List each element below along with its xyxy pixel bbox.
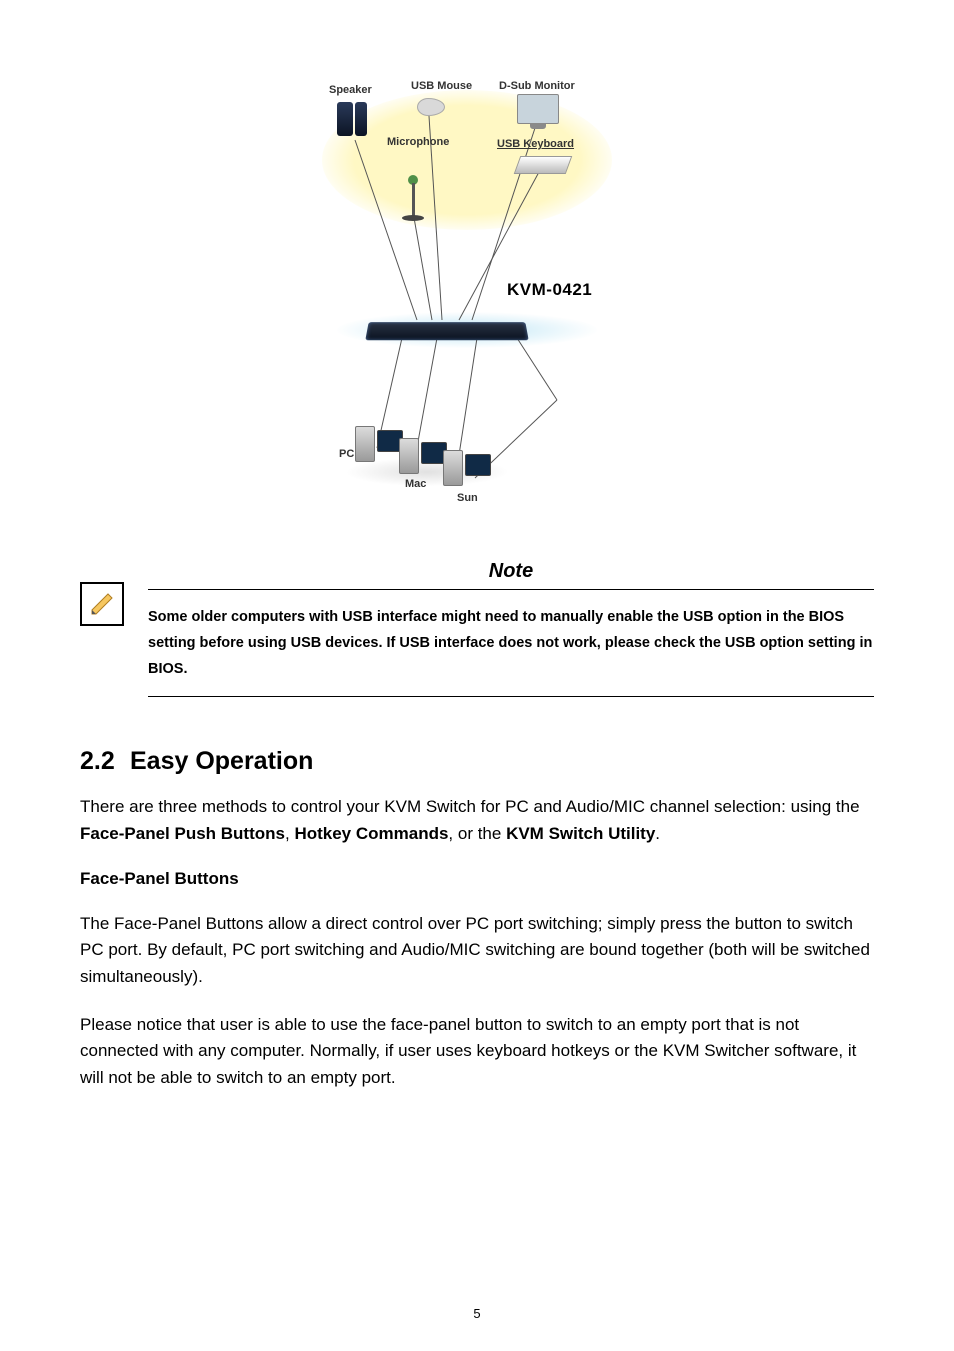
keyboard-icon <box>514 156 573 174</box>
paragraph-empty-port: Please notice that user is able to use t… <box>80 1012 874 1091</box>
intro-bold-1: Face-Panel Push Buttons <box>80 824 285 843</box>
note-text: Some older computers with USB interface … <box>148 604 874 682</box>
mac-tower-icon <box>399 438 419 474</box>
intro-bold-3: KVM Switch Utility <box>506 824 655 843</box>
paragraph-face-panel-desc: The Face-Panel Buttons allow a direct co… <box>80 911 874 990</box>
label-sun: Sun <box>457 492 478 504</box>
label-usb-keyboard: USB Keyboard <box>497 138 574 150</box>
label-microphone: Microphone <box>387 136 449 148</box>
label-usb-mouse: USB Mouse <box>411 80 472 92</box>
intro-bold-2: Hotkey Commands <box>294 824 448 843</box>
pencil-note-icon <box>80 582 124 626</box>
note-block: Note Some older computers with USB inter… <box>80 560 874 697</box>
kvm-device-title: KVM-0421 <box>507 280 592 300</box>
sun-monitor-icon <box>465 454 491 476</box>
microphone-icon <box>402 175 424 221</box>
monitor-icon <box>517 94 559 124</box>
intro-pre: There are three methods to control your … <box>80 797 860 816</box>
intro-post: . <box>655 824 660 843</box>
label-dsub-monitor: D-Sub Monitor <box>499 80 575 92</box>
subheading-face-panel: Face-Panel Buttons <box>80 869 874 889</box>
speaker-icon <box>337 102 353 136</box>
note-title: Note <box>148 560 874 583</box>
label-mac: Mac <box>405 478 426 490</box>
sun-tower-icon <box>443 450 463 486</box>
kvm-switch-icon <box>365 322 528 340</box>
section-intro: There are three methods to control your … <box>80 794 874 847</box>
section-title: Easy Operation <box>130 747 313 775</box>
pc-tower-icon <box>355 426 375 462</box>
label-speaker: Speaker <box>329 84 372 96</box>
label-pc: PC <box>339 448 354 460</box>
intro-sep-2: , or the <box>448 824 506 843</box>
page-number: 5 <box>0 1306 954 1321</box>
section-number: 2.2 <box>80 747 130 776</box>
kvm-connection-diagram: Speaker USB Mouse D-Sub Monitor Micropho… <box>80 80 874 510</box>
section-heading: 2.2Easy Operation <box>80 747 874 776</box>
